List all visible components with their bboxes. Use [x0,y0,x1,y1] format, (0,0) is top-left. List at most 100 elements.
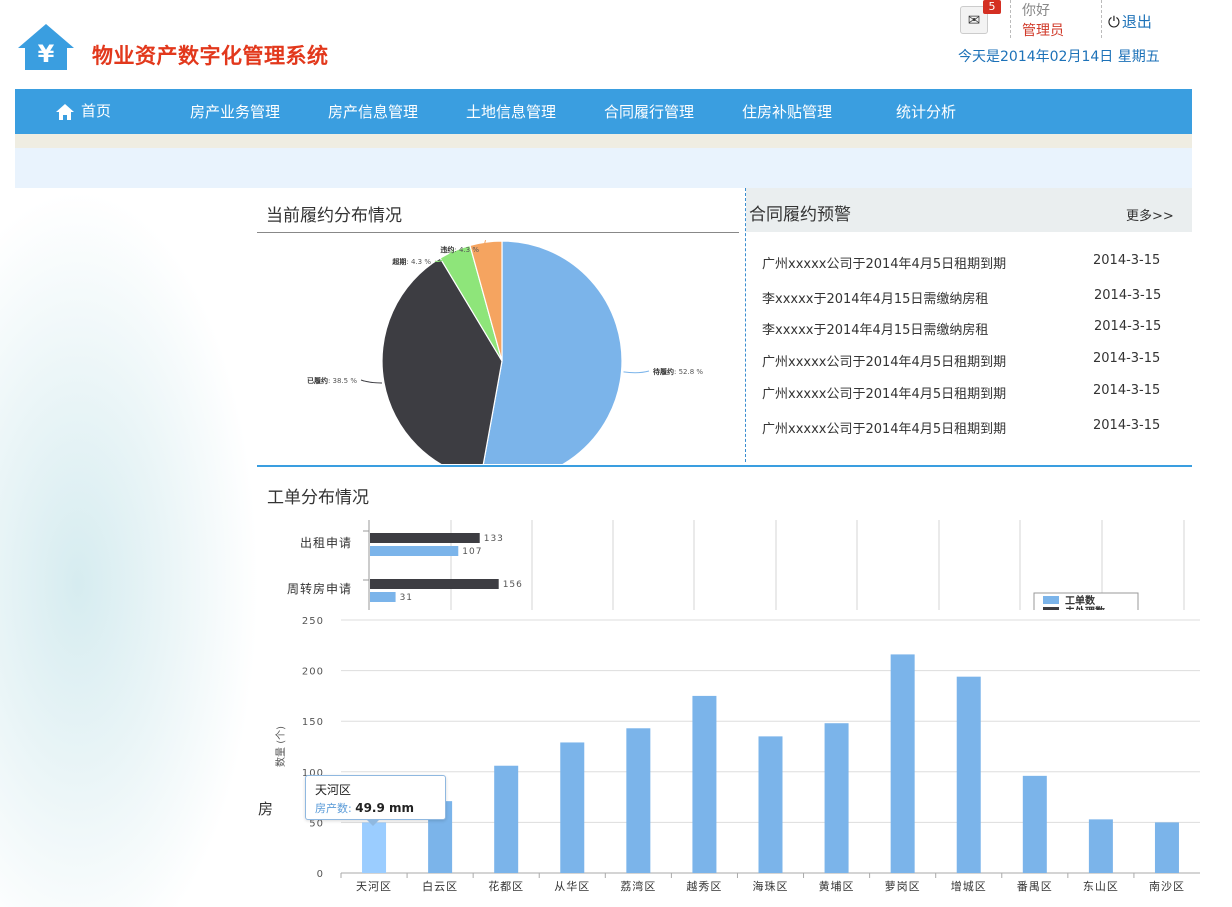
bar-value-label: 107 [462,547,482,557]
warn-date: 2014-3-15 [1093,351,1161,366]
x-tick-label: 番禺区 [1017,880,1053,893]
x-tick-label: 海珠区 [753,879,789,893]
more-link[interactable]: 更多>> [1126,205,1174,224]
x-tick-label: 天河区 [356,880,392,893]
bar[interactable] [692,695,717,873]
bar[interactable] [370,533,480,543]
nav-item-property-info[interactable]: 房产信息管理 [328,89,418,134]
warn-text: 广州xxxxx公司于2014年4月5日租期到期 [762,422,1007,437]
x-tick-label: 萝岗区 [885,880,921,893]
x-tick-label: 荔湾区 [620,879,656,893]
y-tick-label: 250 [302,616,324,627]
x-tick-label: 增城区 [951,879,987,893]
warn-row[interactable]: 李xxxxx于2014年4月15日需缴纳房租 2014-3-15 [762,319,1172,338]
yen-house-icon: ¥ [18,24,74,70]
greeting-text: 你好 [1022,3,1050,19]
section-divider [257,465,1192,467]
warn-date: 2014-3-15 [1093,418,1161,433]
bar[interactable] [494,765,519,873]
bar[interactable] [956,676,981,873]
nav-item-property-business[interactable]: 房产业务管理 [190,89,280,134]
nav-item-home[interactable]: 首页 [55,89,111,134]
warn-date: 2014-3-15 [1093,253,1161,268]
current-date: 今天是2014年02月14日 星期五 [958,49,1160,65]
y-tick-label: 150 [302,717,324,728]
pie-label: 待履约: 52.8 % [653,367,703,376]
warn-row[interactable]: 广州xxxxx公司于2014年4月5日租期到期 2014-3-15 [762,351,1172,370]
x-tick-label: 黄埔区 [819,879,855,893]
bar-value-label: 133 [484,534,504,544]
bar[interactable] [560,742,585,873]
logout-label: 退出 [1121,13,1152,31]
warn-row[interactable]: 广州xxxxx公司于2014年4月5日租期到期 2014-3-15 [762,253,1172,272]
bar[interactable] [1022,775,1047,873]
y-axis-label: 数量 (个) [274,726,287,767]
svg-text:¥: ¥ [38,40,55,68]
x-tick-label: 越秀区 [686,879,722,893]
truncated-label: 房 [258,798,274,819]
mail-count-badge: 5 [983,0,1001,14]
logout-button[interactable]: ⏻ 退出 [1108,11,1152,32]
warn-row[interactable]: 李xxxxx于2014年4月15日需缴纳房租 2014-3-15 [762,288,1172,307]
bar[interactable] [1154,822,1179,873]
main-nav: 首页 房产业务管理 房产信息管理 土地信息管理 合同履行管理 住房补贴管理 统计… [15,89,1192,134]
tooltip-value: 49.9 mm [355,801,415,815]
y-tick-label: 0 [317,869,324,880]
nav-item-land-info[interactable]: 土地信息管理 [466,89,556,134]
bar[interactable] [824,723,849,873]
x-tick-label: 白云区 [422,879,458,893]
bar[interactable] [758,736,783,873]
bar-value-label: 31 [400,593,413,603]
bar[interactable] [1088,819,1113,873]
x-tick-label: 花都区 [488,880,524,893]
header-separator [1101,0,1102,38]
x-tick-label: 南沙区 [1149,880,1185,893]
bar[interactable] [370,592,396,602]
warn-row[interactable]: 广州xxxxx公司于2014年4月5日租期到期 2014-3-15 [762,383,1172,402]
work-order-bar-chart: 出租申请133107周转房申请15631工单数未处理数 [287,520,1185,610]
warn-date: 2014-3-15 [1094,288,1162,303]
nav-item-contract[interactable]: 合同履行管理 [604,89,694,134]
legend-label: 工单数 [1065,594,1096,607]
sub-nav-bar [15,148,1192,188]
warn-panel-title: 合同履约预警 [749,205,851,225]
bar-value-label: 156 [503,580,523,590]
x-tick-label: 从华区 [554,879,590,893]
work-panel-title: 工单分布情况 [267,488,369,508]
nav-item-housing-subsidy[interactable]: 住房补贴管理 [742,89,832,134]
warn-text: 广州xxxxx公司于2014年4月5日租期到期 [762,387,1007,402]
warn-text: 广州xxxxx公司于2014年4月5日租期到期 [762,355,1007,370]
bar[interactable] [370,579,499,589]
pie-panel-header: 当前履约分布情况 [257,188,739,233]
pie-label: 违约: 4.3 % [440,245,479,254]
nav-item-statistics[interactable]: 统计分析 [896,89,956,134]
background-art [0,188,260,907]
y-tick-label: 200 [302,667,324,678]
home-icon [56,103,74,120]
header-separator [1010,0,1011,38]
power-icon: ⏻ [1108,12,1120,31]
x-tick-label: 东山区 [1083,880,1119,893]
warn-text: 李xxxxx于2014年4月15日需缴纳房租 [762,323,989,338]
district-bar-chart: 050100150200250数量 (个)天河区 白云区 花都区 从华区 荔湾区 越秀区海… [274,616,1200,893]
pie-label-line [623,370,650,374]
tooltip-label: 房产数: [315,802,352,815]
pie-label-line [360,379,382,384]
pie-chart: 待履约: 52.8 % 已履约: 38.5 % 超期: 4.3 % 违约: 4.3 % [307,239,703,464]
sub-nav-strip [15,134,1192,148]
warn-text: 李xxxxx于2014年4月15日需缴纳房租 [762,292,989,307]
user-name[interactable]: 管理员 [1022,20,1064,40]
y-tick-label: 50 [309,818,324,829]
nav-item-label: 首页 [81,102,112,120]
warn-date: 2014-3-15 [1093,383,1161,398]
bar[interactable] [626,728,651,873]
tooltip-title: 天河区 [315,783,352,797]
bar[interactable] [370,546,459,556]
bar[interactable] [890,654,915,873]
app-title: 物业资产数字化管理系统 [92,44,329,68]
pie-label: 超期: 4.3 % [392,257,431,266]
warn-row[interactable]: 广州xxxxx公司于2014年4月5日租期到期 2014-3-15 [762,418,1172,437]
bar[interactable] [362,822,387,873]
chart-tooltip: 天河区 房产数: 49.9 mm [305,775,446,826]
pie-panel-title: 当前履约分布情况 [266,206,402,226]
